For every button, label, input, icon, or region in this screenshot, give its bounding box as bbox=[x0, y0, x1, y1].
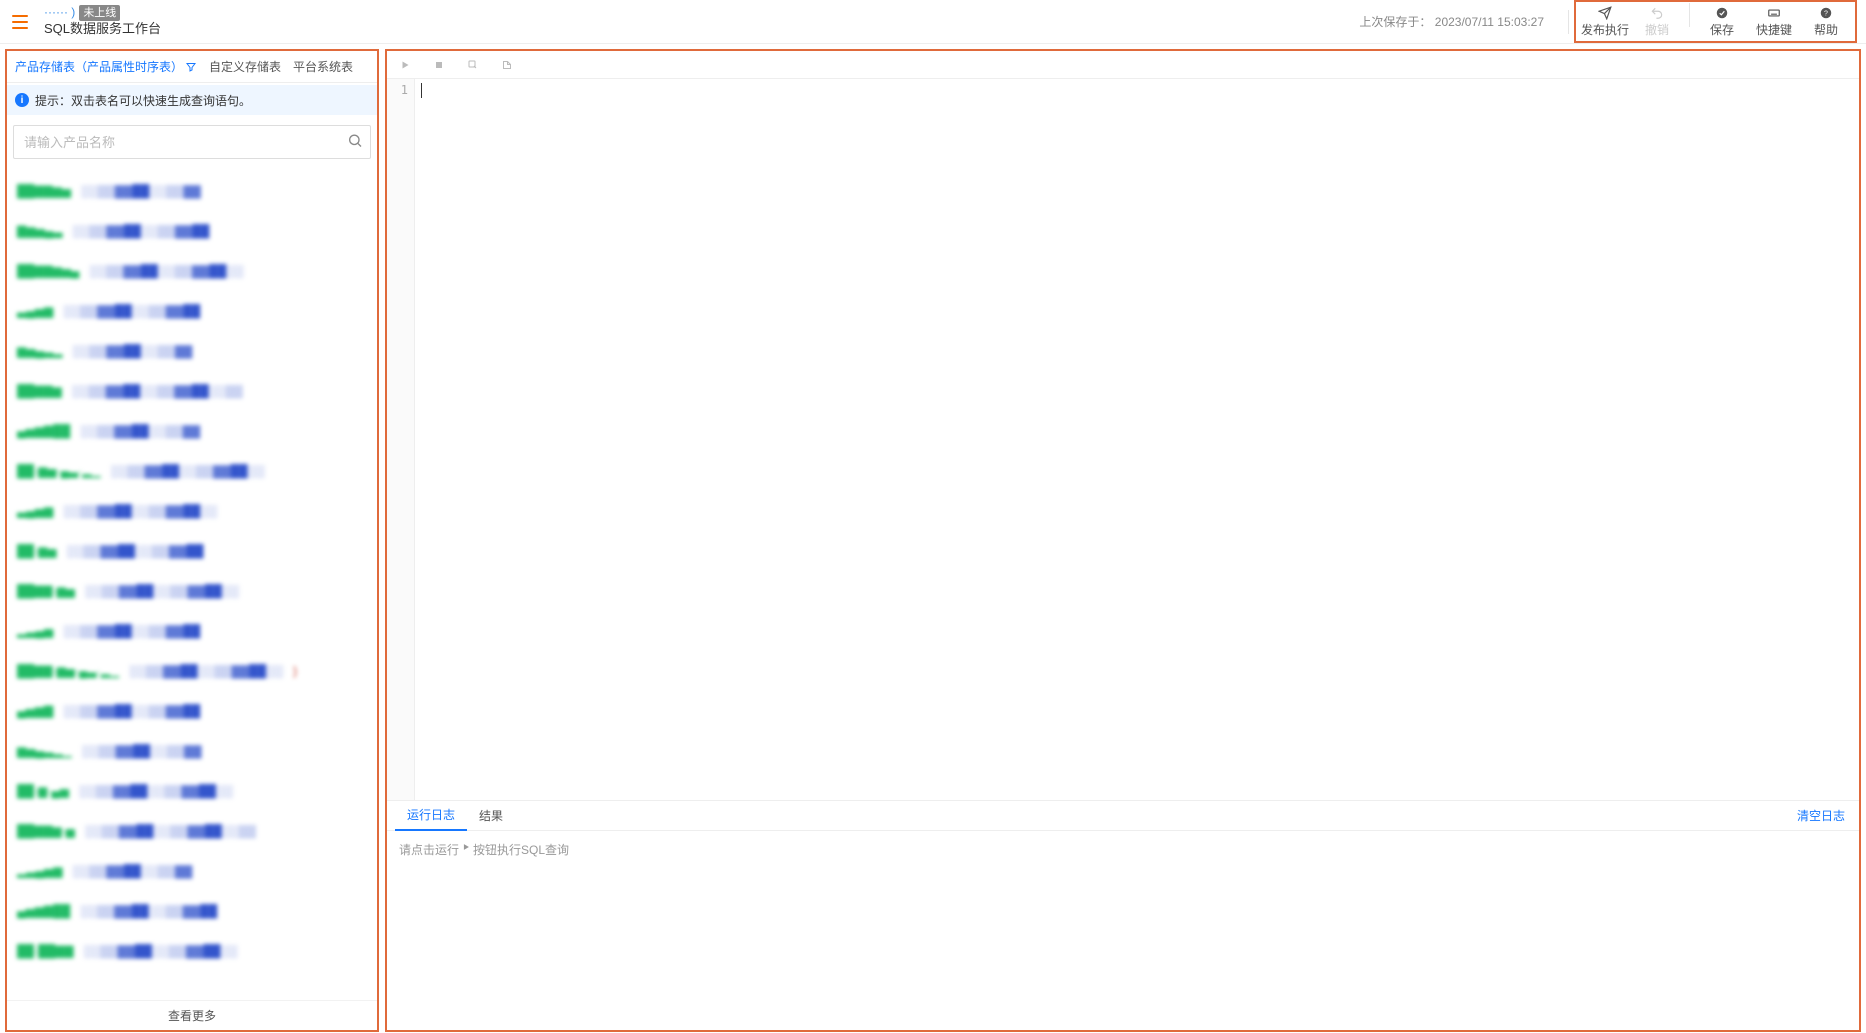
table-row[interactable]: ██·▆▅░░▒▒▓▓██░░▒▒▓▓██ bbox=[7, 531, 377, 571]
tab-result[interactable]: 结果 bbox=[467, 801, 515, 831]
shortcut-label: 快捷键 bbox=[1756, 21, 1792, 38]
revoke-button[interactable]: 撤销 bbox=[1631, 3, 1683, 40]
tab-run-log[interactable]: 运行日志 bbox=[395, 801, 467, 831]
table-row[interactable]: ▃▄▅▆░░▒▒▓▓██░░▒▒▓▓██░░ bbox=[7, 491, 377, 531]
placeholder-pre: 请点击运行 bbox=[399, 841, 459, 858]
table-row[interactable]: ▃▄▅▆░░▒▒▓▓██░░▒▒▓▓██ bbox=[7, 291, 377, 331]
title-prefix: ······ ) bbox=[44, 5, 75, 21]
svg-text:?: ? bbox=[1824, 10, 1828, 17]
sql-editor[interactable]: 1 bbox=[386, 78, 1860, 801]
main-panel: 1 运行日志 结果 清空日志 请点击运行 bbox=[386, 50, 1860, 1031]
table-row[interactable]: ▄▅▆▇██░░▒▒▓▓██░░▒▒▓▓ bbox=[7, 411, 377, 451]
tab-platform-label: 平台系统表 bbox=[293, 58, 353, 75]
tab-custom-label: 自定义存储表 bbox=[209, 58, 281, 75]
stop-button[interactable] bbox=[433, 59, 445, 71]
search-wrap bbox=[13, 125, 371, 159]
save-label: 保存 bbox=[1710, 21, 1734, 38]
menu-toggle-button[interactable] bbox=[6, 8, 34, 36]
help-label: 帮助 bbox=[1814, 21, 1838, 38]
load-more-button[interactable]: 查看更多 bbox=[7, 1000, 377, 1030]
caret-icon bbox=[421, 83, 422, 98]
hint-text: 提示：双击表名可以快速生成查询语句。 bbox=[35, 92, 251, 109]
help-circle-icon: ? bbox=[1819, 5, 1833, 21]
load-more-label: 查看更多 bbox=[168, 1007, 216, 1024]
table-row[interactable]: ▆▅▄▃▂░░▒▒▓▓██░░▒▒▓▓ bbox=[7, 331, 377, 371]
placeholder-post: 按钮执行SQL查询 bbox=[473, 841, 569, 858]
publish-label: 发布执行 bbox=[1581, 21, 1629, 38]
hint-bar: i 提示：双击表名可以快速生成查询语句。 bbox=[7, 85, 377, 115]
last-saved-label: 上次保存于： bbox=[1359, 15, 1431, 29]
table-row[interactable]: ██▇▇▆▅░░▒▒▓▓██░░▒▒▓▓ bbox=[7, 171, 377, 211]
header-divider bbox=[1568, 10, 1569, 34]
tab-run-log-label: 运行日志 bbox=[407, 806, 455, 823]
sidebar: 产品存储表 （产品属性时序表） 自定义存储表 平台系统表 i 提示：双击表名可以… bbox=[6, 50, 378, 1031]
table-row[interactable]: ██·▆·▄▅░░▒▒▓▓██░░▒▒▓▓██░░ bbox=[7, 771, 377, 811]
editor-toolbar bbox=[386, 50, 1860, 78]
table-row[interactable]: ▇▆▅▄▃░░▒▒▓▓██░░▒▒▓▓██ bbox=[7, 211, 377, 251]
table-row[interactable]: ▂▃▄▅░░▒▒▓▓██░░▒▒▓▓██ bbox=[7, 611, 377, 651]
line-number: 1 bbox=[387, 83, 408, 97]
tab-product-tables[interactable]: 产品存储表 （产品属性时序表） bbox=[9, 51, 203, 83]
results-tabs: 运行日志 结果 清空日志 bbox=[387, 801, 1859, 831]
check-circle-icon bbox=[1715, 5, 1729, 21]
save-button[interactable]: 保存 bbox=[1696, 3, 1748, 40]
keyboard-icon bbox=[1767, 5, 1781, 21]
results-panel: 运行日志 结果 清空日志 请点击运行 按钮执行SQL查询 bbox=[386, 801, 1860, 1031]
results-body: 请点击运行 按钮执行SQL查询 bbox=[387, 831, 1859, 1030]
clear-log-label: 清空日志 bbox=[1797, 809, 1845, 823]
tab-platform-tables[interactable]: 平台系统表 bbox=[287, 51, 359, 83]
header-bar: ······ ) 未上线 SQL数据服务工作台 上次保存于： 2023/07/1… bbox=[0, 0, 1866, 44]
shortcut-button[interactable]: 快捷键 bbox=[1748, 3, 1800, 40]
table-row[interactable]: ██▇▇▆░░▒▒▓▓██░░▒▒▓▓██░░▒▒ bbox=[7, 371, 377, 411]
clear-log-button[interactable]: 清空日志 bbox=[1791, 807, 1851, 824]
help-button[interactable]: ? 帮助 bbox=[1800, 3, 1852, 40]
table-row[interactable]: ██▇▇·▆▅·▄▃·▂▁░░▒▒▓▓██░░▒▒▓▓██░░} bbox=[7, 651, 377, 691]
filter-icon[interactable] bbox=[185, 61, 197, 73]
tab-custom-tables[interactable]: 自定义存储表 bbox=[203, 51, 287, 83]
page-subtitle: SQL数据服务工作台 bbox=[44, 21, 161, 38]
table-row[interactable]: ██▇▇·▆▅░░▒▒▓▓██░░▒▒▓▓██░░ bbox=[7, 571, 377, 611]
table-row[interactable]: ██▇▇▆·▅░░▒▒▓▓██░░▒▒▓▓██░░▒▒ bbox=[7, 811, 377, 851]
table-row[interactable]: ▄▅▆▇░░▒▒▓▓██░░▒▒▓▓██ bbox=[7, 691, 377, 731]
format-button[interactable] bbox=[467, 59, 479, 71]
table-row[interactable]: ▆▅▄▃▂▁░░▒▒▓▓██░░▒▒▓▓ bbox=[7, 731, 377, 771]
paper-plane-icon bbox=[1598, 5, 1612, 21]
tab-product-paren: （产品属性时序表） bbox=[75, 58, 183, 75]
header-divider-2 bbox=[1689, 3, 1690, 27]
run-button[interactable] bbox=[399, 59, 411, 71]
code-area[interactable] bbox=[415, 79, 1859, 800]
table-row[interactable]: ██·██▇▇░░▒▒▓▓██░░▒▒▓▓██░░ bbox=[7, 931, 377, 971]
play-icon bbox=[461, 841, 471, 855]
tab-result-label: 结果 bbox=[479, 807, 503, 824]
header-actions: 发布执行 撤销 保存 快捷键 ? 帮助 bbox=[1575, 1, 1856, 42]
undo-icon bbox=[1650, 5, 1664, 21]
info-icon: i bbox=[15, 93, 29, 107]
publish-button[interactable]: 发布执行 bbox=[1579, 3, 1631, 40]
last-saved: 上次保存于： 2023/07/11 15:03:27 bbox=[1359, 13, 1544, 30]
table-list[interactable]: ██▇▇▆▅░░▒▒▓▓██░░▒▒▓▓▇▆▅▄▃░░▒▒▓▓██░░▒▒▓▓█… bbox=[7, 171, 377, 1000]
table-row[interactable]: ██▇▇▆▅▄░░▒▒▓▓██░░▒▒▓▓██░░ bbox=[7, 251, 377, 291]
last-saved-time: 2023/07/11 15:03:27 bbox=[1435, 15, 1544, 29]
clear-button[interactable] bbox=[501, 59, 513, 71]
sidebar-tabs: 产品存储表 （产品属性时序表） 自定义存储表 平台系统表 bbox=[7, 51, 377, 83]
search-icon[interactable] bbox=[347, 133, 363, 152]
status-badge: 未上线 bbox=[79, 5, 120, 21]
editor-gutter: 1 bbox=[387, 79, 415, 800]
table-row[interactable]: ██·▆▅·▄▃·▂▁░░▒▒▓▓██░░▒▒▓▓██░░ bbox=[7, 451, 377, 491]
table-row[interactable]: ▂▃▄▅▆░░▒▒▓▓██░░▒▒▓▓ bbox=[7, 851, 377, 891]
title-block: ······ ) 未上线 SQL数据服务工作台 bbox=[44, 5, 161, 38]
tab-product-label: 产品存储表 bbox=[15, 58, 75, 75]
revoke-label: 撤销 bbox=[1645, 21, 1669, 38]
table-row[interactable]: ▄▅▆▇██░░▒▒▓▓██░░▒▒▓▓██ bbox=[7, 891, 377, 931]
search-input[interactable] bbox=[13, 125, 371, 159]
